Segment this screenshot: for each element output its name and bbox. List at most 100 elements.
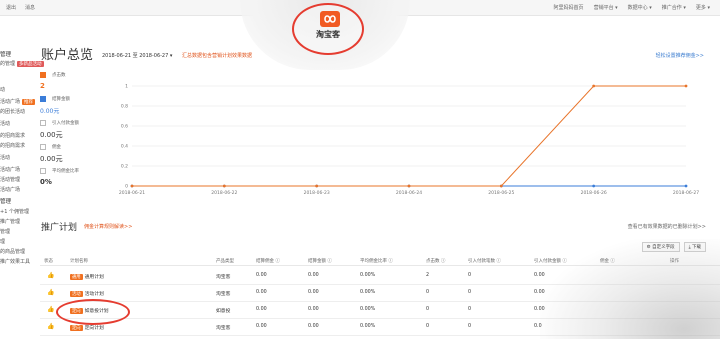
column-header[interactable]: 状态 bbox=[44, 258, 53, 264]
data-point[interactable] bbox=[592, 184, 596, 188]
sidebar-item[interactable]: 的招商需求 bbox=[0, 132, 25, 139]
sidebar-item-label: 活动广场 bbox=[0, 187, 21, 193]
annotation-circle bbox=[56, 299, 130, 325]
status-thumb-icon[interactable]: 👍 bbox=[47, 323, 54, 330]
date-range-picker[interactable]: 2018-06-21 至 2018-06-27 ▾ bbox=[102, 52, 172, 59]
sidebar-item[interactable]: 的管理 多新品活动 bbox=[0, 60, 44, 67]
x-tick-label: 2018-06-22 bbox=[211, 190, 237, 196]
data-point[interactable] bbox=[684, 84, 688, 88]
messages-link[interactable]: 消息 bbox=[25, 4, 35, 11]
metric-checkbox[interactable] bbox=[40, 120, 46, 126]
cell-amount: 0.00 bbox=[308, 324, 319, 329]
metric-checkbox[interactable] bbox=[40, 168, 46, 174]
sidebar-item[interactable]: 动 bbox=[0, 86, 5, 93]
cell-commission: 0.00 bbox=[256, 273, 267, 278]
status-thumb-icon[interactable]: 👍 bbox=[47, 289, 54, 296]
metric-value: 0% bbox=[40, 178, 52, 186]
cell-amount: 0.00 bbox=[308, 307, 319, 312]
sidebar-item-label: 的团长活动 bbox=[0, 109, 26, 115]
sidebar-item[interactable]: 推广管理 bbox=[0, 218, 20, 225]
sidebar-item[interactable]: 管理 bbox=[0, 197, 11, 205]
plan-name-cell[interactable]: 活动 活动计划 bbox=[70, 290, 104, 297]
promotion-menu[interactable]: 推广合作 ▾ bbox=[662, 4, 686, 11]
marketing-platform-menu[interactable]: 营销平台 ▾ bbox=[594, 4, 618, 11]
sidebar-item[interactable]: 的商品管理 bbox=[0, 248, 25, 255]
sidebar-item[interactable]: 管理 bbox=[0, 228, 10, 235]
taobaoke-logo[interactable]: 淘宝客 bbox=[292, 3, 364, 55]
plan-name[interactable]: 定向计划 bbox=[85, 326, 104, 331]
trend-chart: 0 0.2 0.4 0.6 0.8 1 2018-06-21 2018-06-22 2018-0… bbox=[116, 76, 702, 197]
cell-orders: 0 bbox=[468, 307, 472, 312]
commission-settings-link[interactable]: 轻松设置推荐佣金>> bbox=[656, 52, 704, 59]
logout-link[interactable]: 退出 bbox=[6, 4, 16, 11]
sidebar-item-label: 的招商需求 bbox=[0, 143, 26, 149]
sidebar-item[interactable]: 活动 bbox=[0, 120, 10, 127]
cell-rate: 0.00% bbox=[360, 273, 376, 278]
sidebar-item[interactable]: 理 bbox=[0, 238, 5, 245]
sidebar-item[interactable]: +1 个佣管理 bbox=[0, 208, 29, 215]
deleted-plans-link[interactable]: 查看已有效果数据的已删除计划>> bbox=[628, 223, 706, 230]
column-header[interactable]: 平均佣金比率 ⓘ bbox=[360, 258, 393, 264]
x-tick-label: 2018-06-25 bbox=[488, 190, 514, 196]
metric-checkbox[interactable] bbox=[40, 96, 46, 102]
y-tick-label: 0.8 bbox=[121, 104, 128, 110]
data-point[interactable] bbox=[499, 184, 503, 188]
column-header[interactable]: 结算金额 ⓘ bbox=[308, 258, 332, 264]
commission-rules-link[interactable]: 佣金计算规则解读>> bbox=[84, 223, 132, 230]
plan-name-cell[interactable]: 通用 通用计划 bbox=[70, 273, 104, 280]
sidebar-item[interactable]: 活动广场 bbox=[0, 186, 20, 193]
scan-smudge bbox=[540, 239, 720, 339]
cell-amount: 0.00 bbox=[308, 290, 319, 295]
sidebar-item-label: 活动广场 bbox=[0, 167, 21, 173]
data-point[interactable] bbox=[684, 184, 688, 188]
cell-orders: 0 bbox=[468, 273, 472, 278]
data-point[interactable] bbox=[130, 184, 134, 188]
sidebar-item[interactable]: 的团长活动 bbox=[0, 108, 25, 115]
sidebar-item[interactable]: 活动广场 推荐 bbox=[0, 98, 36, 105]
sidebar-item-label: 活动 bbox=[0, 121, 11, 127]
y-tick-label: 1 bbox=[125, 84, 128, 90]
metric-checkbox[interactable] bbox=[40, 72, 46, 78]
sidebar-item[interactable]: 管理 bbox=[0, 50, 11, 58]
cell-clicks: 0 bbox=[426, 324, 430, 329]
sidebar-item[interactable]: 推广效果工具 bbox=[0, 258, 30, 265]
data-point[interactable] bbox=[407, 184, 411, 188]
sidebar-item-label: 活动广场 bbox=[0, 99, 21, 105]
sidebar-item-label: 的招商需求 bbox=[0, 133, 26, 139]
cell-type: 如意投 bbox=[216, 309, 231, 314]
top-bar-left: 退出 消息 bbox=[6, 4, 35, 11]
column-header[interactable]: 点击数 ⓘ bbox=[426, 258, 445, 264]
cell-commission: 0.00 bbox=[256, 290, 267, 295]
sidebar-item[interactable]: 活动广场 bbox=[0, 166, 20, 173]
data-point[interactable] bbox=[592, 84, 596, 88]
sidebar-item-label: 活动 bbox=[0, 155, 11, 161]
sidebar-item[interactable]: 活动管理 bbox=[0, 176, 20, 183]
sidebar-item[interactable]: 的招商需求 bbox=[0, 142, 25, 149]
sidebar-badge: 推荐 bbox=[22, 99, 36, 105]
status-thumb-icon[interactable]: 👍 bbox=[47, 306, 54, 313]
plan-name[interactable]: 通用计划 bbox=[85, 275, 104, 280]
cell-amount: 0.00 bbox=[308, 273, 319, 278]
column-header[interactable]: 产品类型 bbox=[216, 258, 234, 264]
alimama-home-link[interactable]: 阿里妈妈首页 bbox=[554, 4, 584, 11]
column-header[interactable]: 计划名称 bbox=[70, 258, 88, 264]
data-center-menu[interactable]: 数据中心 ▾ bbox=[628, 4, 652, 11]
metric-label: 引入付款金额 bbox=[52, 121, 79, 126]
data-point[interactable] bbox=[222, 184, 226, 188]
cell-clicks: 0 bbox=[426, 307, 430, 312]
status-thumb-icon[interactable]: 👍 bbox=[47, 272, 54, 279]
sidebar-item-label: 理 bbox=[0, 239, 6, 245]
y-tick-label: 0.2 bbox=[121, 164, 128, 170]
sidebar-item[interactable]: 活动 bbox=[0, 154, 10, 161]
sidebar-item-label: 推广管理 bbox=[0, 219, 21, 225]
plan-name[interactable]: 活动计划 bbox=[85, 292, 104, 297]
sidebar-item-label: 活动管理 bbox=[0, 177, 21, 183]
data-point[interactable] bbox=[315, 184, 319, 188]
column-header[interactable]: 结算佣金 ⓘ bbox=[256, 258, 280, 264]
metric-label: 点击数 bbox=[52, 73, 66, 78]
more-menu[interactable]: 更多 ▾ bbox=[696, 4, 710, 11]
series-line bbox=[132, 85, 686, 187]
column-header[interactable]: 引入付款笔数 ⓘ bbox=[468, 258, 501, 264]
metric-checkbox[interactable] bbox=[40, 144, 46, 150]
plan-name-cell[interactable]: 定向 定向计划 bbox=[70, 324, 104, 331]
